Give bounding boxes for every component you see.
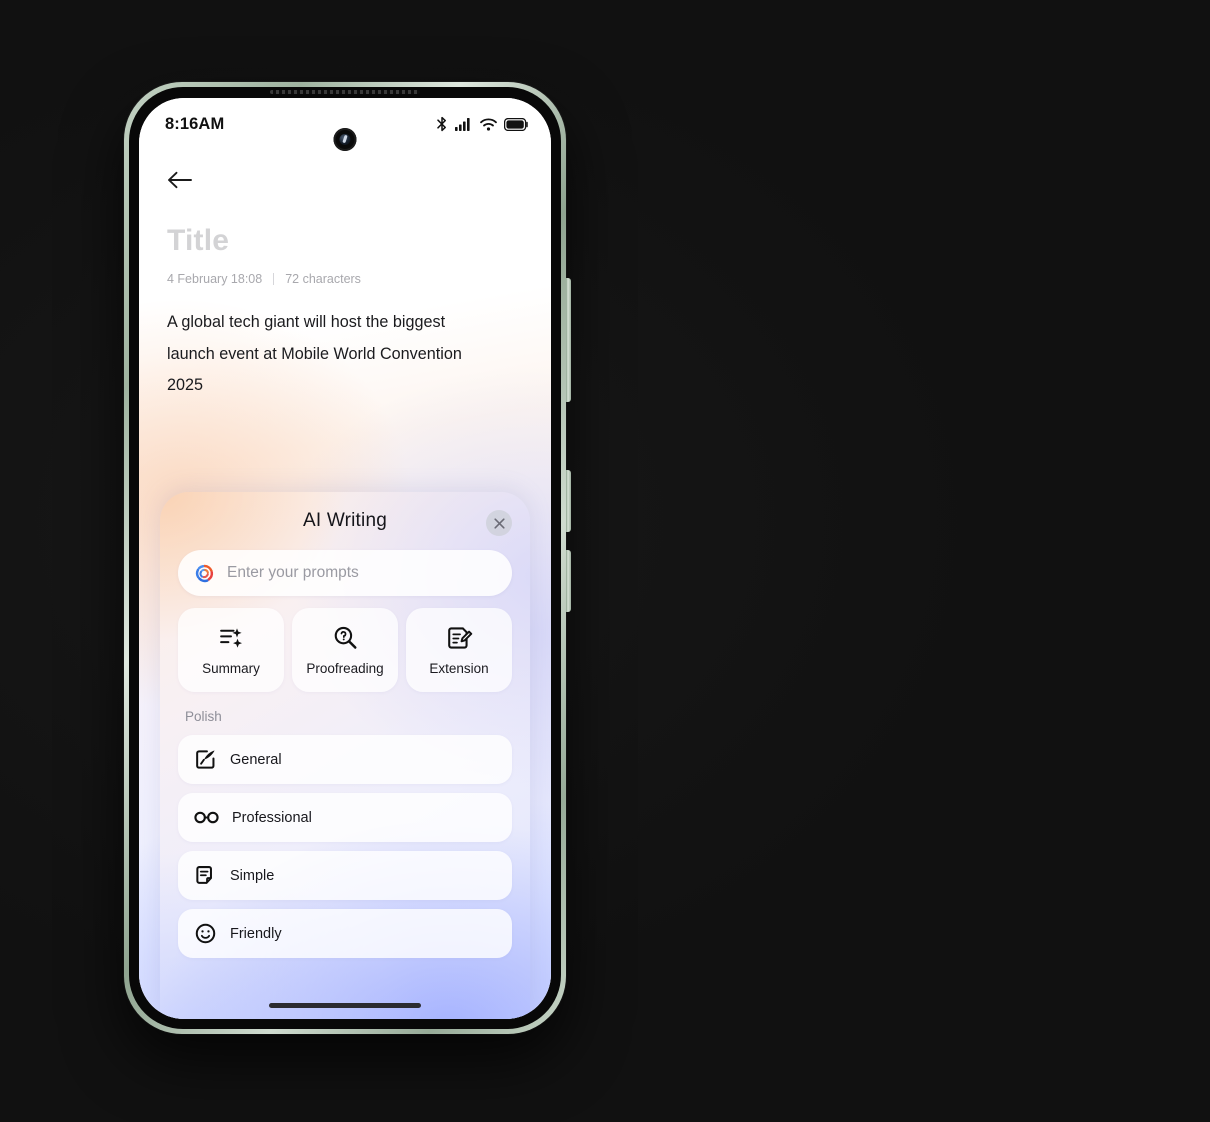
action-card-summary[interactable]: Summary [178,608,284,692]
status-clock: 8:16AM [165,114,225,133]
note-metadata: 4 February 18:08 72 characters [167,272,523,286]
home-indicator[interactable] [269,1003,421,1008]
ai-swirl-icon [193,562,216,585]
action-card-extension[interactable]: Extension [406,608,512,692]
phone-screen: 8:16AM Title 4 February 18:08 72 charact… [139,98,551,1019]
cellular-signal-icon [455,117,473,131]
panel-header: AI Writing [178,492,512,550]
phone-device: 8:16AM Title 4 February 18:08 72 charact… [124,82,571,1034]
polish-section-label: Polish [185,709,222,724]
note-editor: Title 4 February 18:08 72 characters A g… [139,150,551,402]
action-cards: Summary Proofreading Extension [178,608,512,692]
ai-writing-panel: AI Writing Enter your prompts Summary Pr… [160,492,530,1019]
polish-label: Simple [230,867,275,884]
back-button[interactable] [167,164,199,196]
phone-bezel: 8:16AM Title 4 February 18:08 72 charact… [129,87,561,1029]
power-button[interactable] [566,550,571,612]
wifi-icon [480,117,497,131]
polish-label: Professional [232,809,312,826]
battery-icon [504,117,529,131]
prompt-placeholder-text: Enter your prompts [227,564,359,581]
volume-up-button[interactable] [566,470,571,532]
glasses-icon [194,809,219,826]
summary-sparkle-icon [218,625,245,652]
prompt-input[interactable]: Enter your prompts [178,550,512,596]
action-label: Summary [202,660,260,676]
magnifier-question-icon [332,625,359,652]
document-pencil-icon [446,625,473,652]
polish-option-professional[interactable]: Professional [178,793,512,842]
status-icons [436,116,529,132]
note-body-text[interactable]: A global tech giant will host the bigges… [167,307,497,402]
close-button[interactable] [486,510,512,536]
meta-divider [273,273,275,285]
polish-label: Friendly [230,925,282,942]
note-date: 4 February 18:08 [167,272,263,286]
front-camera-icon [333,128,357,151]
bluetooth-icon [436,116,448,132]
earpiece-grille-icon [270,90,420,94]
action-card-proofreading[interactable]: Proofreading [292,608,398,692]
smiley-icon [194,922,217,945]
note-char-count: 72 characters [285,272,361,286]
close-icon [493,517,505,529]
polish-options-list: General Professional Simple Friendly [178,735,512,958]
polish-option-general[interactable]: General [178,735,512,784]
scene: 8:16AM Title 4 February 18:08 72 charact… [0,0,1210,1122]
panel-title: AI Writing [302,510,387,531]
document-icon [194,864,217,887]
polish-option-simple[interactable]: Simple [178,851,512,900]
note-title-input[interactable]: Title [167,224,523,258]
polish-label: General [230,751,282,768]
action-label: Extension [429,660,489,676]
action-label: Proofreading [306,660,384,676]
volume-button[interactable] [566,278,571,402]
polish-option-friendly[interactable]: Friendly [178,909,512,958]
quill-edit-icon [194,748,217,771]
